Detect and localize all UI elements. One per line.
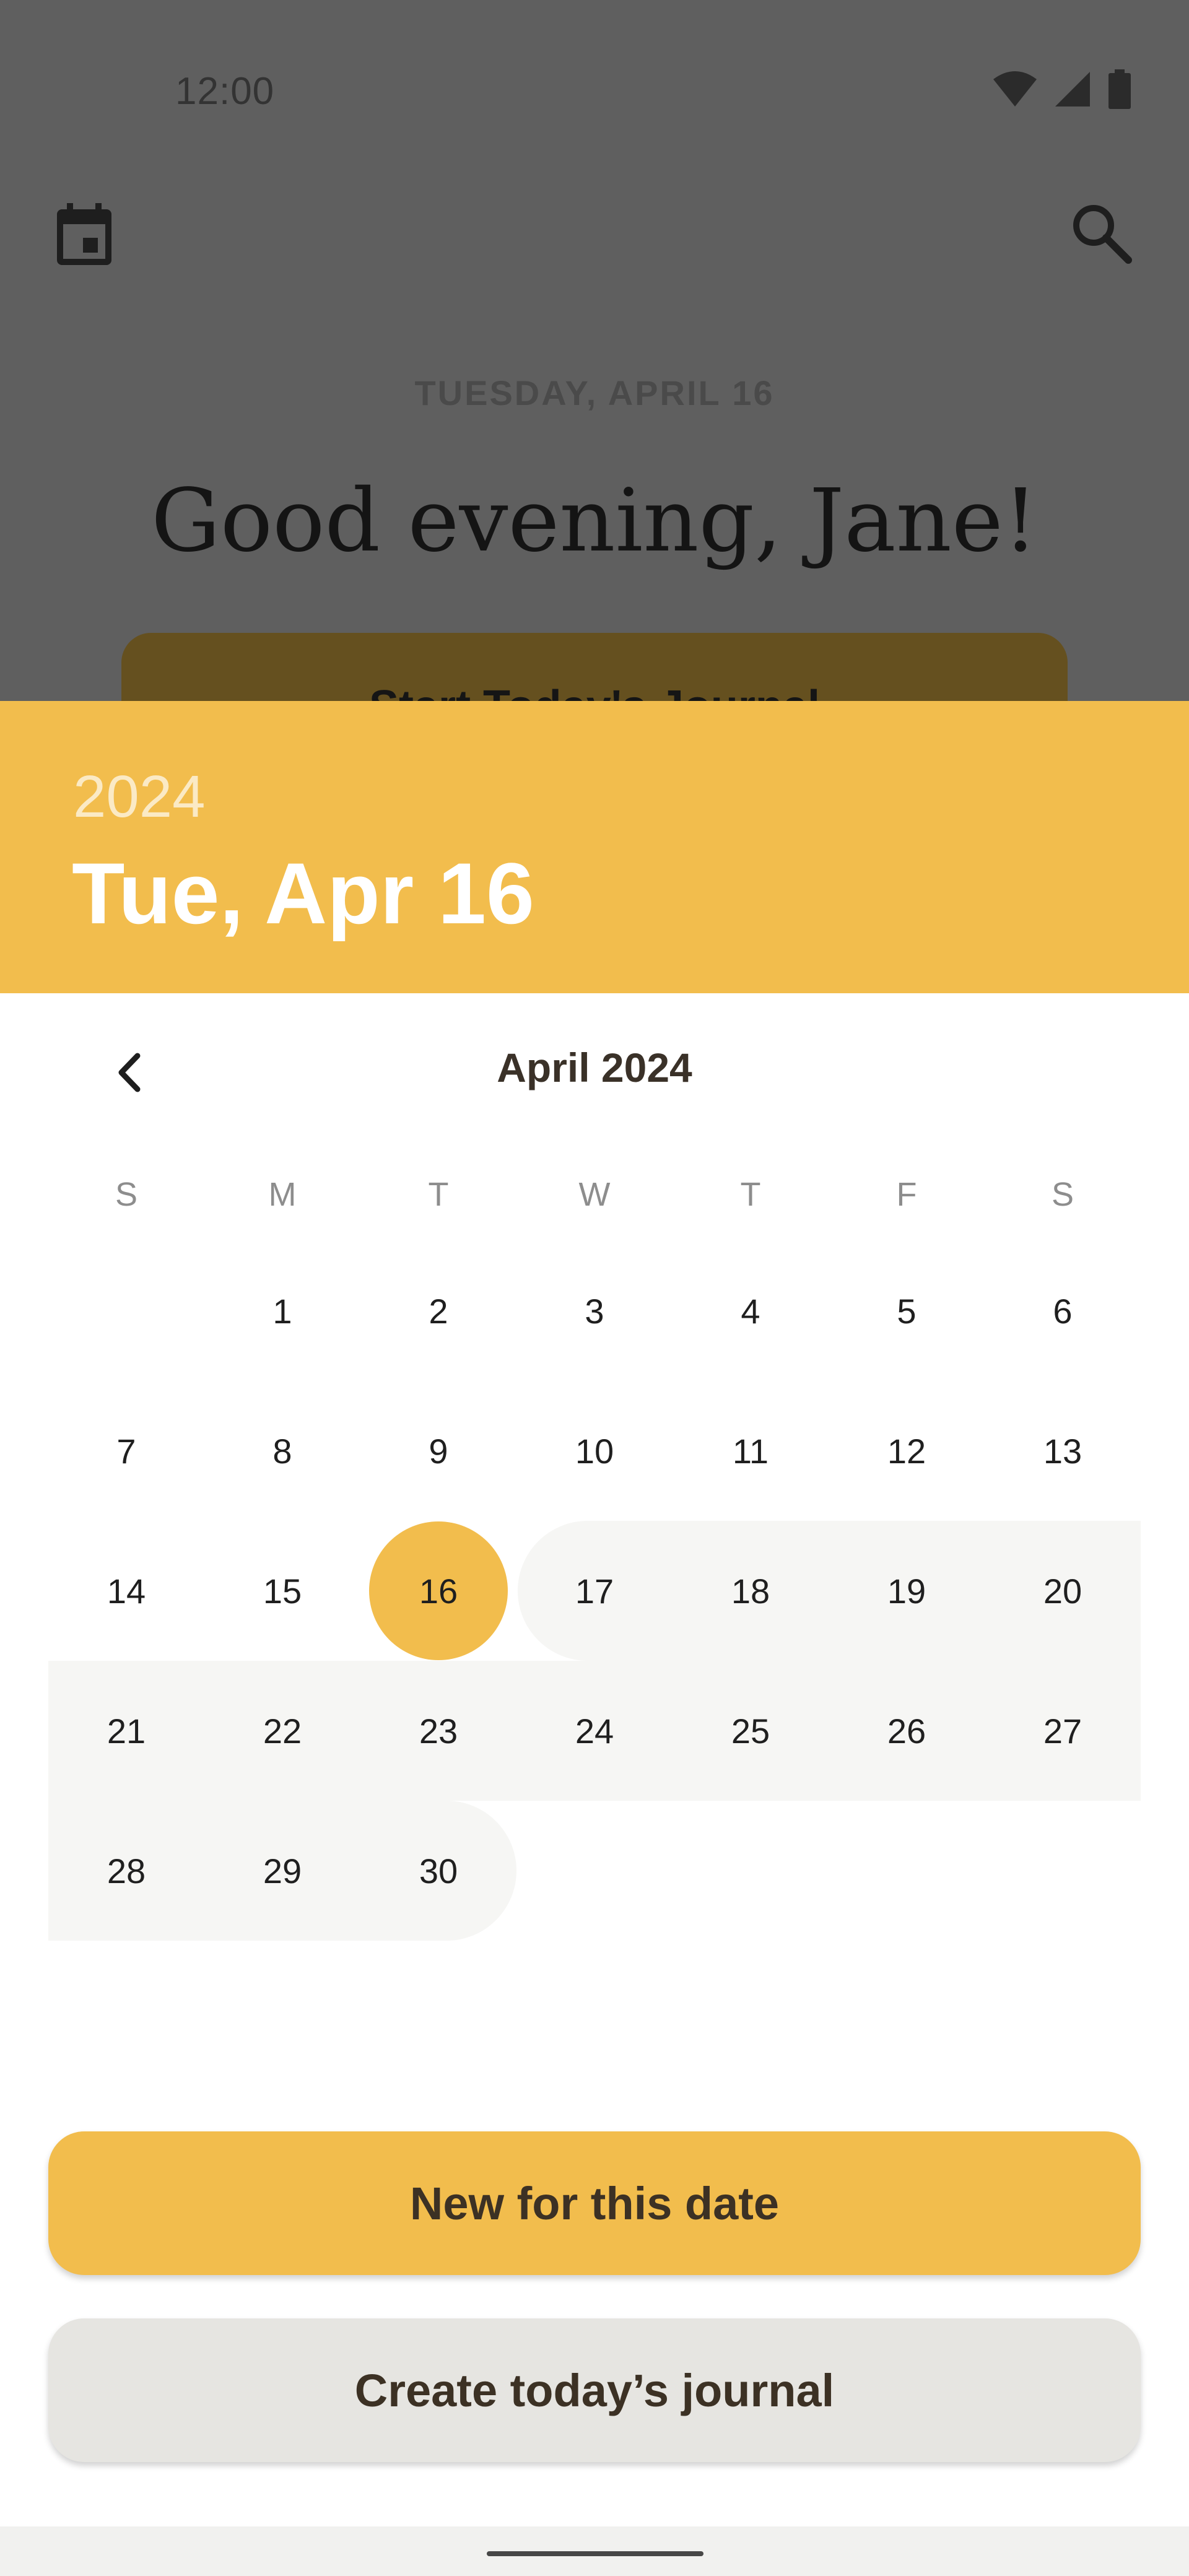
weekday-label: M	[268, 1176, 297, 1213]
greeting-heading: Good evening, Jane!	[151, 471, 1038, 572]
day-cell[interactable]: 20	[985, 1521, 1141, 1661]
day-cell[interactable]: 12	[829, 1381, 985, 1521]
day-cell[interactable]: 6	[985, 1241, 1141, 1381]
weekday-label: S	[1051, 1176, 1074, 1213]
day-cell[interactable]: 4	[673, 1241, 829, 1381]
dimmed-home-screen: 12:00 TUESDAY, APRIL 16 Good evening, Ja…	[0, 0, 1189, 701]
new-for-this-date-button[interactable]: New for this date	[48, 2131, 1141, 2275]
day-cell[interactable]: 14	[48, 1521, 204, 1661]
wifi-icon	[992, 71, 1038, 111]
weekday-label: S	[115, 1176, 138, 1213]
day-cell[interactable]: 28	[48, 1801, 204, 1941]
day-cell[interactable]: 3	[516, 1241, 673, 1381]
day-cell[interactable]: 9	[360, 1381, 516, 1521]
day-cell[interactable]: 15	[204, 1521, 360, 1661]
weekday-label: T	[740, 1176, 761, 1213]
day-cell[interactable]: 30	[360, 1801, 516, 1941]
day-cell[interactable]: 27	[985, 1661, 1141, 1801]
day-cell[interactable]: 24	[516, 1661, 673, 1801]
start-journal-label: Start Today's Journal	[121, 681, 1068, 701]
month-title: April 2024	[497, 1045, 692, 1090]
picker-selected-date: Tue, Apr 16	[72, 845, 534, 942]
chevron-left-icon	[111, 1051, 149, 1097]
status-time: 12:00	[175, 70, 275, 113]
create-todays-journal-button[interactable]: Create today’s journal	[48, 2318, 1141, 2462]
day-cell[interactable]: 23	[360, 1661, 516, 1801]
day-cell[interactable]: 18	[673, 1521, 829, 1661]
selected-day-label: 16	[369, 1521, 508, 1660]
day-cell-selected[interactable]: 16	[360, 1521, 516, 1661]
signal-icon	[1054, 71, 1091, 111]
day-cell[interactable]: 21	[48, 1661, 204, 1801]
day-cell[interactable]: 8	[204, 1381, 360, 1521]
day-cell[interactable]: 13	[985, 1381, 1141, 1521]
day-cell[interactable]: 5	[829, 1241, 985, 1381]
day-cell[interactable]: 29	[204, 1801, 360, 1941]
weekday-label: W	[578, 1176, 611, 1213]
day-cell[interactable]: 11	[673, 1381, 829, 1521]
start-journal-button: Start Today's Journal	[121, 633, 1068, 701]
day-cell[interactable]: 26	[829, 1661, 985, 1801]
day-cell[interactable]: 10	[516, 1381, 673, 1521]
weekday-label: T	[428, 1176, 449, 1213]
day-cell[interactable]: 17	[516, 1521, 673, 1661]
day-cell[interactable]: 25	[673, 1661, 829, 1801]
day-cell[interactable]: 22	[204, 1661, 360, 1801]
date-picker-header: 2024 Tue, Apr 16	[0, 701, 1189, 993]
day-cell[interactable]: 19	[829, 1521, 985, 1661]
day-cell[interactable]: 7	[48, 1381, 204, 1521]
status-icons	[992, 69, 1132, 112]
home-date-line: TUESDAY, APRIL 16	[414, 373, 775, 412]
calendar-icon[interactable]	[54, 203, 114, 271]
day-cell[interactable]: 2	[360, 1241, 516, 1381]
day-cell[interactable]: 1	[204, 1241, 360, 1381]
weekday-label: F	[896, 1176, 917, 1213]
previous-month-button[interactable]	[99, 1043, 161, 1105]
home-gesture-handle[interactable]	[487, 2551, 703, 2556]
picker-year[interactable]: 2024	[73, 763, 206, 831]
battery-icon	[1107, 69, 1132, 112]
search-icon[interactable]	[1069, 201, 1133, 268]
calendar-panel: April 2024 SMTWTFS 1 2 3 4 5 6 7 8 9 10 11 12 13 14 15…	[0, 993, 1189, 2526]
